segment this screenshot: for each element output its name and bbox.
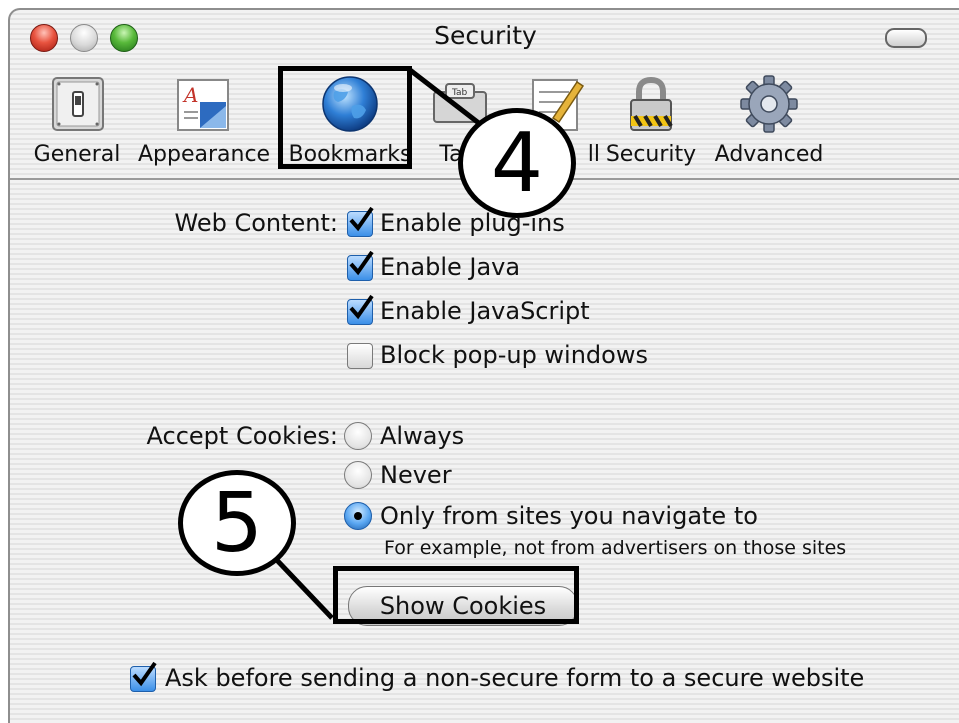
callout-box-show-cookies — [333, 566, 579, 624]
callout-box-bookmarks — [278, 66, 412, 169]
callout-circle-5: 5 — [178, 470, 296, 576]
callout-circle-4: 4 — [458, 108, 576, 218]
callout-number-5: 5 — [210, 476, 264, 571]
callout-number-4: 4 — [490, 116, 544, 211]
